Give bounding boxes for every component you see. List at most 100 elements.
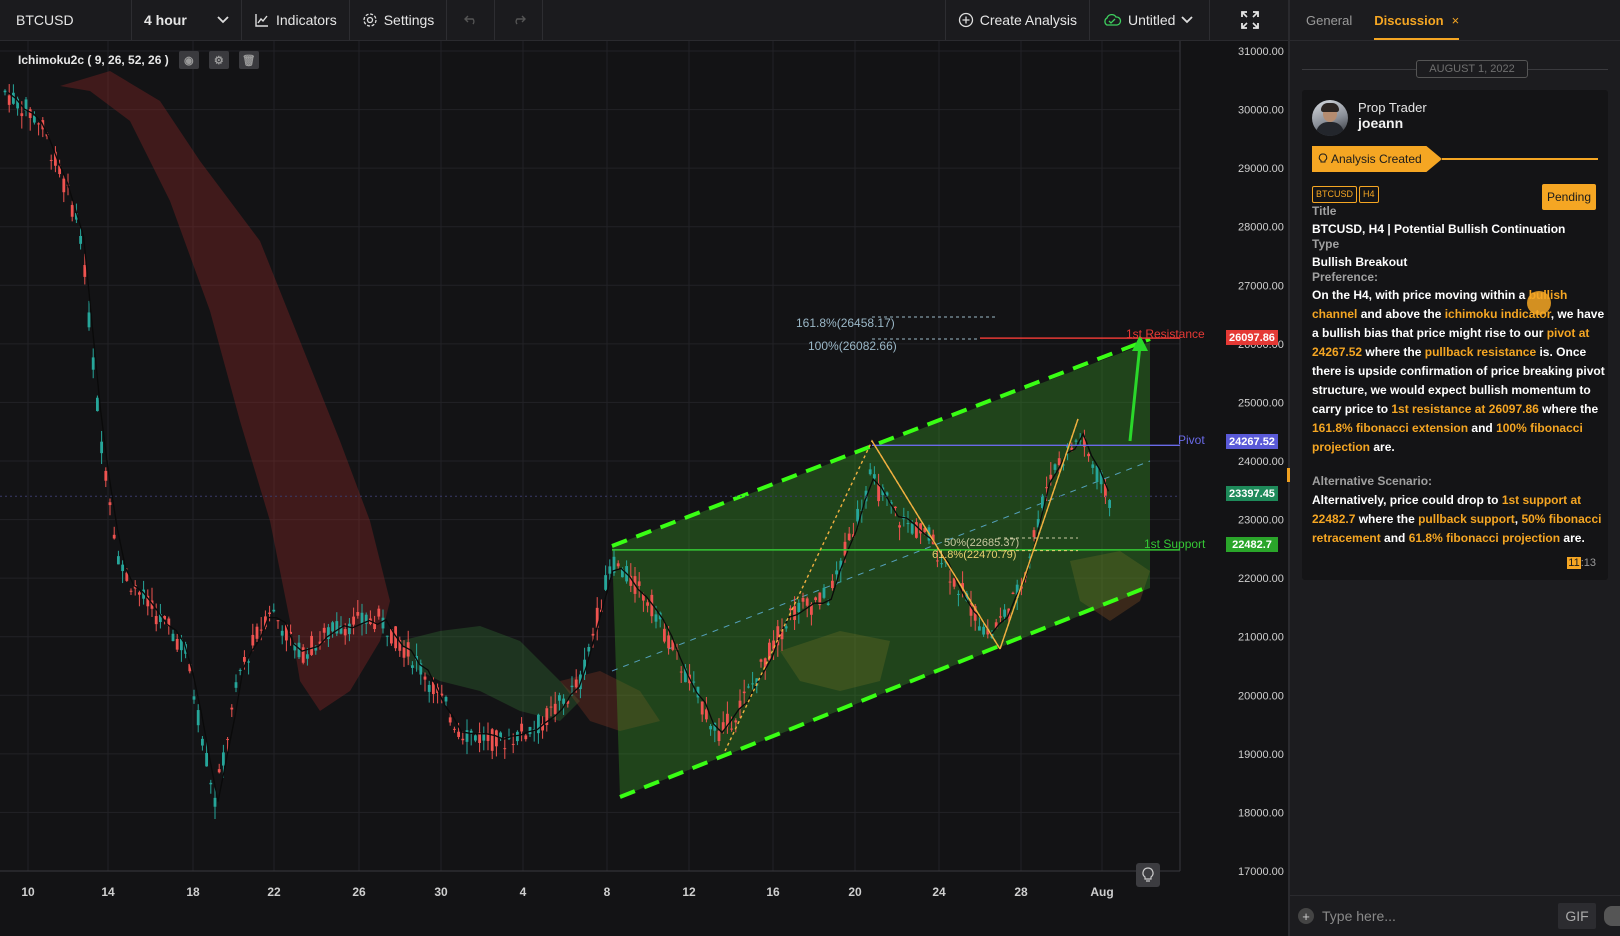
candle-body: [537, 714, 540, 734]
tab-discussion[interactable]: Discussion ×: [1374, 13, 1460, 40]
candle-body: [679, 671, 683, 673]
candle-body: [616, 563, 620, 567]
candle-body: [280, 630, 284, 636]
pivot-price-tag: 24267.52: [1226, 434, 1278, 449]
x-axis-label: 20: [848, 885, 862, 899]
candle-body: [520, 723, 523, 732]
candle-body: [511, 743, 515, 745]
candle-body: [171, 633, 175, 642]
fullscreen-button[interactable]: [1210, 0, 1290, 40]
candle-body: [301, 647, 305, 663]
candle-body: [70, 204, 74, 217]
ichimoku-cloud-bear: [60, 71, 390, 711]
create-analysis-button[interactable]: Create Analysis: [946, 0, 1090, 40]
indicator-legend-label: Ichimoku2c ( 9, 26, 52, 26 ): [18, 53, 169, 67]
candle-body: [604, 575, 607, 590]
interval-selector[interactable]: 4 hour: [132, 0, 242, 40]
mouse-cursor: [1527, 291, 1551, 315]
y-axis-label: 22000.00: [1238, 573, 1284, 585]
candle-body: [121, 564, 124, 572]
x-axis-label: 26: [352, 885, 366, 899]
message-input[interactable]: [1322, 908, 1550, 924]
fullscreen-icon: [1241, 11, 1259, 29]
candle-body: [709, 725, 712, 730]
tab-general[interactable]: General: [1306, 13, 1352, 40]
candle-body: [495, 730, 498, 747]
x-axis-label: 18: [186, 885, 200, 899]
toolbar-spacer: [543, 0, 946, 40]
gear-icon[interactable]: ⚙: [208, 51, 229, 69]
y-axis-label: 28000.00: [1238, 222, 1284, 234]
status-badge[interactable]: Pending: [1542, 184, 1596, 210]
candle-body: [784, 626, 788, 629]
author-role: Prop Trader: [1358, 100, 1427, 115]
price-chart[interactable]: 31000.00 30000.00 29000.00 28000.00 27000.00…: [0, 41, 1288, 936]
candle-body: [255, 626, 259, 639]
candle-body: [797, 602, 801, 613]
author-name[interactable]: joeann: [1358, 115, 1403, 131]
candle-body: [717, 730, 721, 742]
candle-body: [847, 533, 851, 541]
plus-icon[interactable]: +: [1298, 908, 1314, 924]
date-separator: AUGUST 1, 2022: [1302, 60, 1608, 78]
candle-body: [234, 682, 238, 688]
trash-icon[interactable]: 🗑: [238, 51, 259, 69]
y-axis-label: 25000.00: [1238, 397, 1284, 409]
candle-body: [348, 623, 351, 635]
candle-body: [243, 656, 246, 662]
candle-body: [96, 397, 99, 412]
chart-area[interactable]: 31000.00 30000.00 29000.00 28000.00 27000.00…: [0, 41, 1288, 936]
indicators-button[interactable]: Indicators: [242, 0, 350, 40]
candle-body: [310, 635, 313, 655]
analysis-created-label: Analysis Created: [1331, 152, 1422, 166]
title-label: Title: [1312, 204, 1337, 218]
eye-icon[interactable]: ◉: [178, 51, 199, 69]
candle-body: [516, 731, 519, 742]
ichimoku-cloud-bull: [400, 626, 580, 721]
layout-selector[interactable]: Untitled: [1090, 0, 1210, 40]
candle-body: [742, 691, 746, 694]
current-price-tag: 23397.45: [1226, 486, 1278, 501]
x-axis-label: 30: [434, 885, 448, 899]
channel-fill: [612, 342, 1150, 797]
redo-button[interactable]: [495, 0, 544, 40]
lightbulb-icon[interactable]: [1136, 863, 1160, 887]
candle-body: [873, 474, 876, 479]
avatar[interactable]: [1312, 100, 1348, 136]
panel-tabs: General Discussion ×: [1290, 0, 1620, 41]
candle-body: [104, 470, 108, 481]
candle-body: [906, 523, 910, 525]
x-axis-label: 28: [1014, 885, 1028, 899]
candle-body: [238, 669, 242, 671]
candle-body: [209, 782, 213, 785]
candle-body: [730, 728, 733, 730]
candle-body: [1095, 465, 1099, 482]
emoji-icon[interactable]: [1604, 906, 1620, 926]
candle-body: [222, 752, 225, 766]
candle-body: [175, 638, 179, 650]
candle-body: [587, 647, 591, 652]
candle-body: [154, 616, 158, 625]
candle-body: [868, 469, 872, 475]
candle-body: [91, 357, 95, 370]
candle-body: [377, 608, 381, 617]
candle-body: [385, 635, 389, 637]
candle-body: [822, 587, 826, 598]
symbol-tag: BTCUSD: [1312, 186, 1358, 203]
undo-button[interactable]: [447, 0, 496, 40]
gif-button[interactable]: GIF: [1558, 903, 1596, 929]
candle-body: [898, 525, 901, 528]
candle-body: [226, 739, 229, 741]
pivot-label: Pivot: [1178, 433, 1205, 447]
close-icon[interactable]: ×: [1452, 13, 1460, 28]
tab-discussion-label: Discussion: [1374, 13, 1444, 28]
candle-body: [1011, 592, 1015, 594]
settings-button[interactable]: Settings: [350, 0, 448, 40]
candle-body: [646, 602, 649, 606]
candle-body: [356, 612, 360, 616]
candle-body: [259, 629, 263, 631]
candle-body: [637, 581, 641, 586]
candle-body: [982, 626, 985, 635]
candle-body: [129, 590, 133, 592]
symbol-selector[interactable]: BTCUSD: [0, 0, 132, 40]
